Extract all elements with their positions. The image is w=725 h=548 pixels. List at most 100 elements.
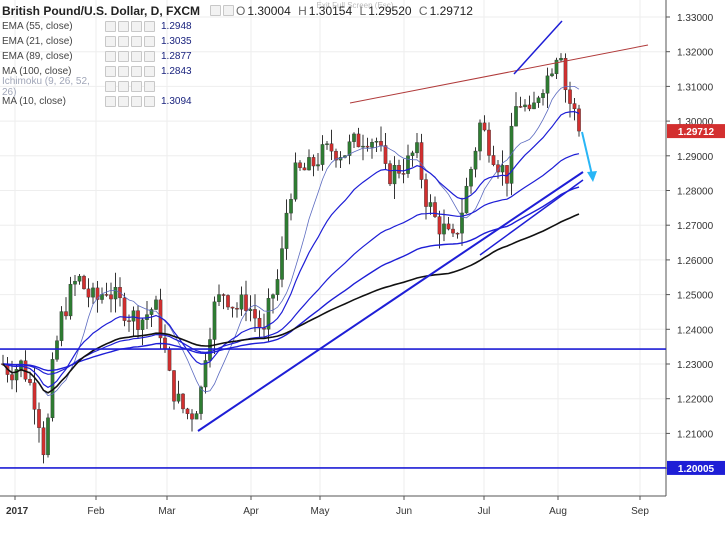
eye-icon[interactable]	[210, 5, 222, 16]
candle-body	[397, 165, 401, 174]
candle-body	[82, 275, 86, 290]
settings-icon[interactable]	[223, 5, 235, 16]
candle-body	[500, 165, 505, 173]
candle-body	[401, 173, 406, 175]
eye-icon[interactable]	[105, 36, 116, 47]
candle-body	[28, 379, 32, 383]
candle-body	[527, 104, 532, 110]
candle-body	[563, 58, 568, 91]
candle-body	[329, 143, 334, 152]
close-icon[interactable]	[131, 36, 142, 47]
eye-icon[interactable]	[105, 81, 116, 92]
candle-body	[572, 103, 577, 110]
x-tick-label: Jul	[478, 506, 491, 517]
y-tick-label: 1.23000	[677, 360, 714, 371]
candle-body	[239, 294, 244, 310]
candle-body	[392, 165, 397, 185]
indicator-row[interactable]: EMA (21, close) 1.3035	[2, 34, 477, 49]
settings-icon[interactable]	[118, 81, 129, 92]
candle-body	[379, 141, 383, 146]
candle-body	[257, 317, 262, 329]
candle-body	[176, 393, 181, 402]
candle-body	[59, 311, 64, 341]
candle-body	[442, 223, 446, 235]
x-tick-label: Mar	[158, 506, 176, 517]
price-badge-label: 1.20005	[678, 464, 715, 475]
candle-body	[275, 279, 280, 295]
y-tick-label: 1.22000	[677, 395, 714, 406]
eye-icon[interactable]	[105, 66, 116, 77]
y-tick-label: 1.29000	[677, 152, 714, 163]
candle-body	[374, 141, 379, 143]
candle-body	[86, 288, 91, 298]
low-value: 1.29520	[368, 3, 412, 18]
candle-body	[41, 427, 46, 456]
indicator-row[interactable]: EMA (55, close) 1.2948	[2, 19, 477, 34]
more-icon[interactable]	[144, 81, 155, 92]
eye-icon[interactable]	[105, 51, 116, 62]
high-key: H	[298, 3, 307, 18]
candle-body	[320, 144, 325, 165]
candle-body	[221, 294, 226, 296]
candle-body	[104, 294, 109, 296]
indicator-value: 1.3035	[161, 36, 192, 47]
candle-body	[361, 145, 365, 148]
eye-icon[interactable]	[105, 21, 116, 32]
candle-body	[131, 310, 136, 322]
candle-body	[91, 287, 95, 298]
candle-body	[514, 106, 518, 127]
close-icon[interactable]	[131, 21, 142, 32]
settings-icon[interactable]	[118, 21, 129, 32]
chart-legend: British Pound/U.S. Dollar, D, FXCM O 1.30…	[2, 2, 477, 109]
candle-body	[230, 306, 235, 309]
candle-body	[64, 311, 68, 317]
close-icon[interactable]	[131, 66, 142, 77]
x-tick-label: Jun	[396, 506, 412, 517]
candle-body	[365, 145, 370, 148]
indicator-row[interactable]: EMA (89, close) 1.2877	[2, 49, 477, 64]
chart[interactable]: 1.33000 1.32000 1.31000 1.30000 1.29000 1.280…	[0, 0, 725, 543]
candle-body	[73, 281, 77, 285]
more-icon[interactable]	[144, 96, 155, 107]
settings-icon[interactable]	[118, 51, 129, 62]
candle-body	[109, 294, 113, 300]
indicator-value: 1.3094	[161, 96, 192, 107]
candle-body	[172, 370, 176, 402]
candle-body	[451, 228, 455, 234]
indicator-label: EMA (55, close)	[2, 21, 73, 32]
indicator-list: EMA (55, close) 1.2948 EMA (21, close) 1.30…	[2, 19, 477, 109]
x-tick-label: Feb	[87, 506, 105, 517]
price-badge-label: 1.29712	[678, 127, 715, 138]
y-tick-label: 1.26000	[677, 256, 714, 267]
eye-icon[interactable]	[105, 96, 116, 107]
ohlc-values: O 1.30004 H 1.30154 L 1.29520 C 1.29712	[236, 4, 477, 18]
candle-body	[464, 185, 469, 214]
open-key: O	[236, 3, 246, 18]
indicator-value: 1.2843	[161, 66, 192, 77]
x-tick-label: Aug	[549, 506, 567, 517]
x-tick-label: 2017	[6, 506, 29, 517]
candle-body	[167, 349, 172, 371]
indicator-row[interactable]: MA (10, close) 1.3094	[2, 94, 477, 109]
y-tick-label: 1.25000	[677, 291, 714, 302]
close-icon[interactable]	[131, 51, 142, 62]
settings-icon[interactable]	[118, 66, 129, 77]
x-tick-label: Apr	[243, 506, 259, 517]
more-icon[interactable]	[144, 66, 155, 77]
candle-body	[212, 301, 217, 340]
candle-body	[316, 164, 320, 167]
candle-body	[55, 340, 59, 360]
indicator-label: MA (10, close)	[2, 96, 66, 107]
more-icon[interactable]	[144, 21, 155, 32]
candle-body	[352, 133, 356, 142]
candle-body	[388, 163, 392, 185]
close-icon[interactable]	[131, 81, 142, 92]
indicator-value: 1.2877	[161, 51, 192, 62]
close-icon[interactable]	[131, 96, 142, 107]
more-icon[interactable]	[144, 36, 155, 47]
candle-body	[370, 142, 374, 148]
settings-icon[interactable]	[118, 96, 129, 107]
indicator-row[interactable]: Ichimoku (9, 26, 52, 26)	[2, 76, 477, 98]
more-icon[interactable]	[144, 51, 155, 62]
settings-icon[interactable]	[118, 36, 129, 47]
